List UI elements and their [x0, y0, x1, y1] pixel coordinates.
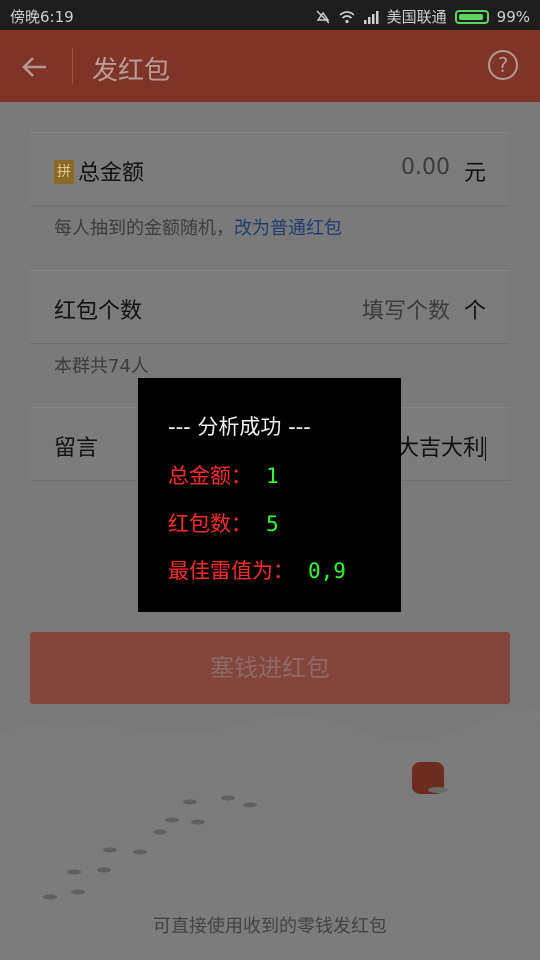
- signal-icon: [363, 10, 379, 24]
- total-amount-row[interactable]: 拼总金额 0.00 元: [30, 132, 510, 206]
- total-amount-unit: 元: [463, 161, 486, 186]
- pin-badge-icon: 拼: [54, 160, 74, 184]
- carrier-name: 美国联通: [386, 8, 447, 26]
- toast-row-mine: 最佳雷值为： 0,9: [168, 555, 346, 585]
- send-button[interactable]: 塞钱进红包: [30, 632, 510, 704]
- back-arrow-icon[interactable]: [20, 52, 50, 82]
- total-amount-label-group: 拼总金额: [54, 155, 144, 187]
- status-bar: 傍晚6:19 美国联通 99%: [0, 0, 540, 30]
- battery-percent: 99%: [496, 7, 530, 26]
- toast-key: 红包数：: [168, 512, 252, 536]
- toast-value: 1: [266, 464, 279, 488]
- switch-normal-link[interactable]: 改为普通红包: [234, 218, 342, 239]
- random-hint-text: 每人抽到的金额随机，: [54, 218, 234, 239]
- count-unit: 个: [463, 299, 486, 324]
- random-hint: 每人抽到的金额随机，改为普通红包: [54, 214, 342, 240]
- footer-hint: 可直接使用收到的零钱发红包: [153, 916, 387, 937]
- title-bar: 发红包 ?: [0, 30, 540, 102]
- status-right: 美国联通 99%: [315, 6, 530, 27]
- battery-icon: [454, 9, 489, 24]
- mute-icon: [316, 10, 330, 23]
- toast-value: 5: [266, 512, 279, 536]
- toast-key: 总金额：: [168, 464, 252, 488]
- message-input[interactable]: 大吉大利: [397, 430, 486, 462]
- group-hint: 本群共74人: [54, 356, 149, 377]
- title-divider: [72, 48, 73, 84]
- count-label: 红包个数: [54, 299, 143, 324]
- text-cursor: [485, 437, 486, 461]
- message-label: 留言: [54, 436, 99, 461]
- toast-heading: --- 分析成功 ---: [168, 415, 311, 439]
- analysis-toast: --- 分析成功 --- 总金额： 1 红包数： 5 最佳雷值为： 0,9: [138, 378, 401, 612]
- toast-row-total: 总金额： 1: [168, 460, 279, 490]
- toast-row-count: 红包数： 5: [168, 508, 279, 538]
- help-circle-icon[interactable]: ?: [488, 50, 518, 80]
- status-time: 傍晚6:19: [10, 8, 74, 26]
- page-title: 发红包: [92, 56, 171, 86]
- total-amount-input[interactable]: 0.00: [401, 155, 450, 180]
- wifi-icon: [339, 10, 355, 23]
- total-amount-label: 总金额: [78, 161, 145, 186]
- message-value: 大吉大利: [396, 436, 485, 461]
- toast-key: 最佳雷值为：: [168, 559, 294, 583]
- count-row[interactable]: 红包个数 填写个数 个: [30, 270, 510, 344]
- count-input[interactable]: 填写个数: [362, 293, 450, 325]
- toast-value: 0,9: [308, 559, 346, 583]
